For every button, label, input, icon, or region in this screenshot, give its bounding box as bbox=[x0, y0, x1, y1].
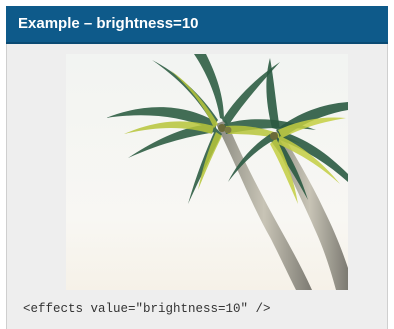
slide: Example – brightness=10 <effects value="… bbox=[0, 0, 394, 329]
palm-trees-image bbox=[66, 54, 348, 290]
slide-header: Example – brightness=10 bbox=[6, 6, 388, 44]
code-snippet: <effects value="brightness=10" /> bbox=[23, 302, 271, 316]
example-panel: <effects value="brightness=10" /> bbox=[6, 44, 388, 329]
palm-trees-icon bbox=[66, 54, 348, 290]
slide-title: Example – brightness=10 bbox=[18, 15, 199, 32]
